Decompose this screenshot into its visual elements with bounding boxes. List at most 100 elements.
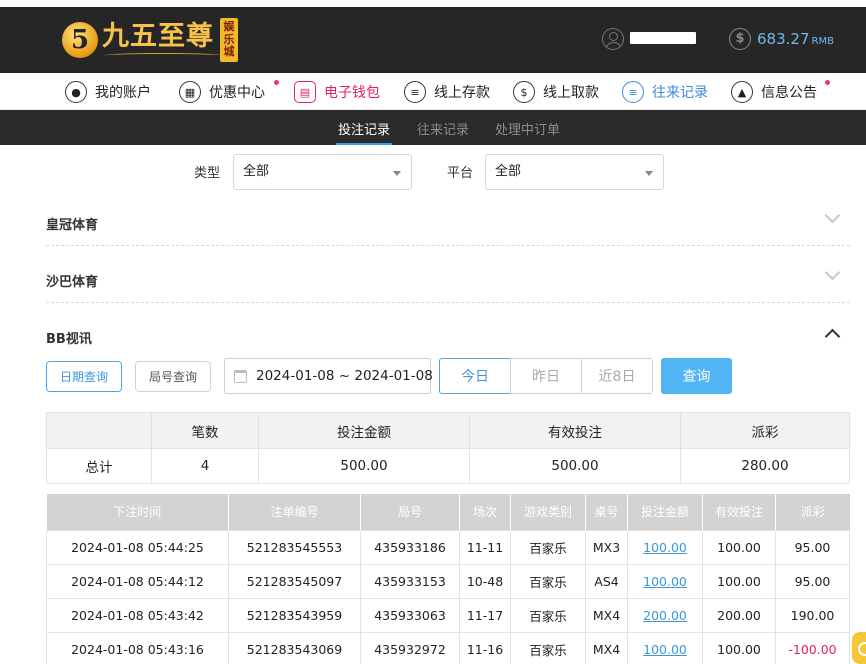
section-crown-sports[interactable]: 皇冠体育 [46, 194, 850, 246]
calendar-icon [234, 369, 247, 383]
section-saba-sports[interactable]: 沙巴体育 [46, 251, 850, 303]
brand-name-text: 九五至尊 [102, 20, 214, 52]
table-id-cell: MX3 [585, 529, 628, 565]
type-select[interactable]: 全部 [233, 154, 412, 190]
session-cell: 10-48 [459, 563, 511, 599]
summary-total-row: 总计 4 500.00 500.00 280.00 [46, 448, 850, 484]
bet-time-cell: 2024-01-08 05:43:16 [46, 631, 229, 664]
summary-header: 有效投注 [469, 412, 681, 449]
today-button[interactable]: 今日 [439, 358, 511, 394]
summary-cell: 280.00 [680, 448, 850, 484]
bet-id-cell: 521283545553 [228, 529, 361, 565]
tab-bet-records[interactable]: 投注记录 [335, 119, 393, 145]
game-type-cell: 百家乐 [510, 563, 586, 599]
chevron-up-icon[interactable] [824, 328, 841, 345]
type-select-value: 全部 [243, 164, 270, 179]
platform-select-value: 全部 [495, 164, 522, 179]
summary-header: 笔数 [151, 412, 259, 449]
user-circle-icon: ● [65, 81, 87, 103]
notification-dot [825, 80, 830, 85]
date-range-value: 2024-01-08 ~ 2024-01-08 [256, 368, 433, 384]
bet-amount-link[interactable]: 200.00 [627, 597, 703, 633]
column-header: 注单编号 [228, 494, 361, 530]
date-range-input[interactable]: 2024-01-08 ~ 2024-01-08 [224, 358, 433, 394]
bet-amount-link[interactable]: 100.00 [627, 631, 703, 664]
summary-header [46, 412, 152, 449]
table-id-cell: MX4 [585, 631, 628, 664]
nav-records[interactable]: ≡ 往来记录 [622, 79, 708, 105]
withdraw-icon: $ [513, 81, 535, 103]
nav-announcements[interactable]: ▲ 信息公告 [731, 79, 830, 105]
bet-time-cell: 2024-01-08 05:43:42 [46, 597, 229, 633]
balance-value: 683.27 [757, 30, 810, 48]
nav-label: 线上取款 [543, 85, 599, 101]
sub-nav: 投注记录 往来记录 处理中订单 [0, 110, 866, 145]
site-header: 5 九五至尊 娱 乐 城 $ 683.27 RMB [0, 7, 866, 73]
payout-cell: -100.00 [775, 631, 850, 664]
session-cell: 11-11 [459, 529, 511, 565]
column-header: 局号 [360, 494, 460, 530]
nav-deposit[interactable]: ≡ 线上存款 [404, 79, 490, 105]
chevron-down-icon [393, 171, 401, 176]
platform-select[interactable]: 全部 [485, 154, 664, 190]
payout-cell: 95.00 [775, 563, 850, 599]
section-bb-live[interactable]: BB视讯 [46, 308, 850, 360]
badge-char: 城 [223, 45, 235, 59]
logo-badge: 娱 乐 城 [220, 18, 238, 62]
table-row: 2024-01-08 05:44:12 521283545097 4359331… [46, 563, 850, 599]
column-header: 派彩 [775, 494, 850, 530]
column-header: 有效投注 [702, 494, 776, 530]
user-avatar-icon[interactable] [602, 28, 624, 50]
column-header: 投注金额 [627, 494, 703, 530]
column-header: 游戏类别 [510, 494, 586, 530]
session-cell: 11-17 [459, 597, 511, 633]
last-8-days-button[interactable]: 近8日 [581, 358, 653, 394]
nav-label: 信息公告 [761, 85, 817, 101]
brand-name: 九五至尊 [102, 20, 222, 58]
game-type-cell: 百家乐 [510, 529, 586, 565]
payout-cell: 95.00 [775, 529, 850, 565]
top-strip [0, 0, 866, 7]
platform-label: 平台 [447, 166, 474, 181]
table-id-cell: MX4 [585, 597, 628, 633]
table-row: 2024-01-08 05:44:25 521283545553 4359331… [46, 529, 850, 565]
nav-label: 往来记录 [652, 85, 708, 101]
bet-amount-link[interactable]: 100.00 [627, 529, 703, 565]
table-row: 2024-01-08 05:43:16 521283543069 4359329… [46, 631, 850, 664]
nav-withdraw[interactable]: $ 线上取款 [513, 79, 599, 105]
nav-my-account[interactable]: ● 我的账户 [65, 79, 151, 105]
section-title: 沙巴体育 [46, 275, 99, 290]
chevron-down-icon[interactable] [824, 264, 841, 281]
detail-header-row: 下注时间 注单编号 局号 场次 游戏类别 桌号 投注金额 有效投注 派彩 [46, 494, 850, 530]
logo-mark: 5 [62, 22, 98, 58]
tab-pending-orders[interactable]: 处理中订单 [495, 119, 560, 138]
main-nav: ● 我的账户 ▦ 优惠中心 ▤ 电子钱包 ≡ 线上存款 $ 线上取款 ≡ 往来记… [0, 73, 866, 110]
logo-swirl [104, 52, 222, 58]
table-row: 2024-01-08 05:43:42 521283543959 4359330… [46, 597, 850, 633]
nav-e-wallet[interactable]: ▤ 电子钱包 [294, 79, 380, 105]
round-query-button[interactable]: 局号查询 [135, 361, 211, 392]
round-id-cell: 435933063 [360, 597, 460, 633]
nav-label: 我的账户 [95, 85, 151, 101]
summary-header: 投注金额 [258, 412, 470, 449]
brand-logo[interactable]: 5 九五至尊 娱 乐 城 [62, 17, 238, 63]
summary-header-row: 笔数 投注金额 有效投注 派彩 [46, 412, 850, 449]
summary-cell: 4 [151, 448, 259, 484]
nav-promotions[interactable]: ▦ 优惠中心 [179, 79, 279, 105]
round-id-cell: 435933186 [360, 529, 460, 565]
round-id-cell: 435932972 [360, 631, 460, 664]
column-header: 场次 [459, 494, 511, 530]
table-id-cell: AS4 [585, 563, 628, 599]
nav-label: 优惠中心 [209, 85, 265, 101]
username [630, 32, 698, 46]
account-balance: 683.27 RMB [757, 30, 834, 48]
summary-cell: 500.00 [258, 448, 470, 484]
customer-service-button[interactable] [852, 632, 866, 664]
bet-amount-link[interactable]: 100.00 [627, 563, 703, 599]
bet-id-cell: 521283545097 [228, 563, 361, 599]
query-button[interactable]: 查询 [661, 358, 732, 394]
date-query-button[interactable]: 日期查询 [46, 361, 122, 392]
chevron-down-icon[interactable] [824, 207, 841, 224]
yesterday-button[interactable]: 昨日 [510, 358, 582, 394]
tab-transaction-records[interactable]: 往来记录 [417, 119, 469, 138]
